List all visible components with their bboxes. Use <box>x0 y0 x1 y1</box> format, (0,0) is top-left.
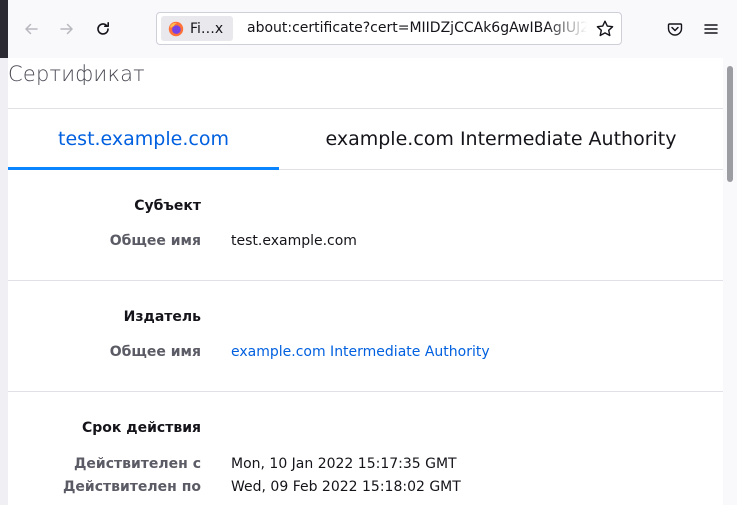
validity-section: Срок действия Действителен с Mon, 10 Jan… <box>8 392 723 506</box>
validity-heading: Срок действия <box>82 420 201 436</box>
pocket-icon <box>667 23 683 36</box>
not-before-value: Mon, 10 Jan 2022 15:17:35 GMT <box>231 456 457 472</box>
back-arrow-icon <box>25 23 38 35</box>
subject-section: Субъект Общее имя test.example.com <box>8 170 723 281</box>
url-text[interactable]: about:certificate?cert=MIIDZjCCAk6gAwIBA… <box>247 13 587 44</box>
certificate-viewer: test.example.com example.com Intermediat… <box>8 108 723 506</box>
issuer-section: Издатель Общее имя example.com Intermedi… <box>8 281 723 392</box>
back-button[interactable] <box>17 15 45 43</box>
issuer-common-name-link[interactable]: example.com Intermediate Authority <box>231 344 490 360</box>
page-title: Сертификат <box>8 62 145 86</box>
firefox-logo-icon <box>168 21 184 36</box>
tab-test-example-com[interactable]: test.example.com <box>8 109 279 170</box>
pocket-button[interactable] <box>661 15 689 43</box>
certificate-page: Сертификат test.example.com example.com … <box>0 58 737 505</box>
issuer-common-name-label: Общее имя <box>109 344 201 360</box>
page-left-edge <box>0 58 8 505</box>
browser-toolbar: Fi…x about:certificate?cert=MIIDZjCCAk6g… <box>0 0 737 58</box>
url-bar[interactable]: Fi…x about:certificate?cert=MIIDZjCCAk6g… <box>156 12 622 45</box>
scrollbar-thumb[interactable] <box>727 66 733 182</box>
hamburger-menu-icon <box>704 24 718 34</box>
not-after-value: Wed, 09 Feb 2022 15:18:02 GMT <box>231 479 461 495</box>
desktop-edge <box>0 0 8 58</box>
issuer-heading: Издатель <box>123 309 201 325</box>
subject-common-name-label: Общее имя <box>109 233 201 249</box>
menu-button[interactable] <box>697 15 725 43</box>
tab-intermediate-authority[interactable]: example.com Intermediate Authority <box>279 109 723 169</box>
reload-icon <box>97 22 109 35</box>
not-before-label: Действителен с <box>73 456 201 472</box>
identity-box[interactable]: Fi…x <box>161 16 233 41</box>
certificate-tabs: test.example.com example.com Intermediat… <box>8 109 723 170</box>
subject-heading: Субъект <box>134 198 201 214</box>
forward-button[interactable] <box>53 15 81 43</box>
bookmark-star-icon[interactable] <box>595 19 615 39</box>
not-after-label: Действителен по <box>62 479 201 495</box>
subject-common-name-value: test.example.com <box>231 233 357 249</box>
reload-button[interactable] <box>89 15 117 43</box>
forward-arrow-icon <box>60 23 73 35</box>
identity-label: Fi…x <box>190 20 224 37</box>
page-scrollbar[interactable] <box>723 58 737 505</box>
